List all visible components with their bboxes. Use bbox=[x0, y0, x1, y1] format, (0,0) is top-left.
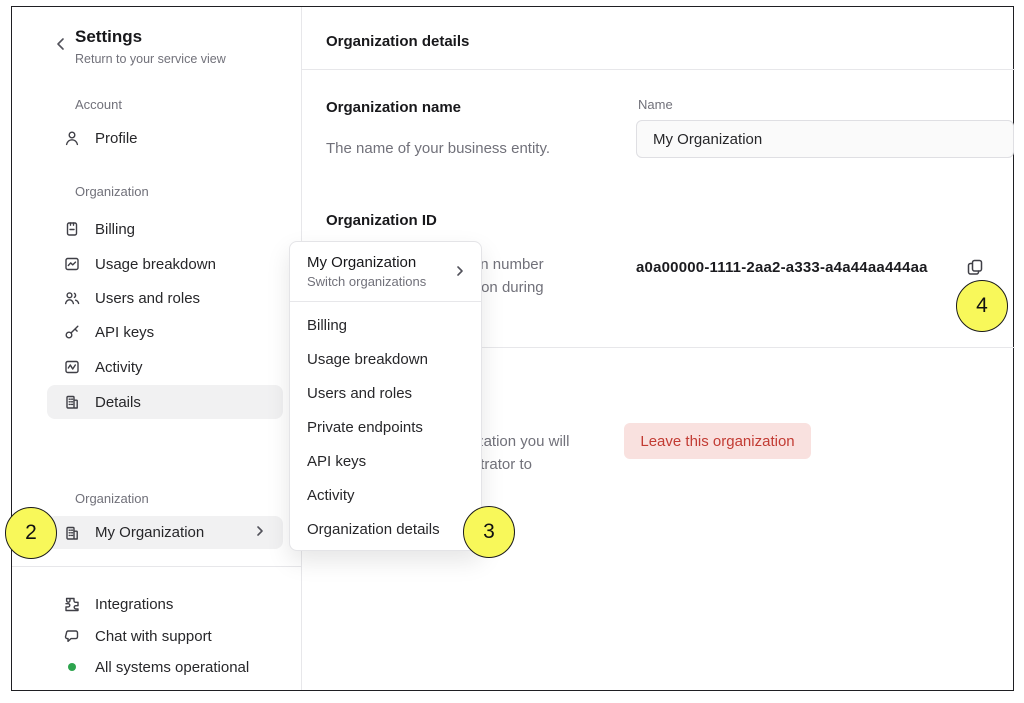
org-name-description: The name of your business entity. bbox=[326, 137, 550, 160]
person-icon bbox=[63, 129, 81, 147]
sidebar-item-usage-breakdown[interactable]: Usage breakdown bbox=[47, 247, 283, 281]
chevron-left-icon bbox=[54, 35, 68, 53]
page-title: Organization details bbox=[326, 33, 469, 50]
dropdown-item-usage-breakdown[interactable]: Usage breakdown bbox=[290, 342, 481, 376]
sidebar-org-switcher[interactable]: My Organization bbox=[47, 516, 283, 549]
sidebar-item-label: All systems operational bbox=[95, 659, 249, 676]
dropdown-item-activity[interactable]: Activity bbox=[290, 478, 481, 512]
sidebar-item-label: Integrations bbox=[95, 596, 173, 613]
users-icon bbox=[63, 289, 81, 307]
sidebar-item-label: Users and roles bbox=[95, 290, 200, 307]
organization-section-label: Organization bbox=[75, 184, 149, 199]
key-icon bbox=[63, 323, 81, 341]
building-icon bbox=[63, 524, 81, 542]
chat-icon bbox=[63, 627, 81, 645]
sidebar-item-system-status[interactable]: All systems operational bbox=[47, 650, 283, 684]
sidebar-item-activity[interactable]: Activity bbox=[47, 350, 283, 384]
sidebar-item-profile[interactable]: Profile bbox=[47, 121, 283, 155]
sidebar-item-label: Billing bbox=[95, 221, 135, 238]
chevron-right-icon bbox=[255, 524, 265, 541]
app-window: Settings Return to your service view Acc… bbox=[11, 6, 1014, 691]
sidebar-item-label: Usage breakdown bbox=[95, 256, 216, 273]
return-link[interactable]: Return to your service view bbox=[75, 52, 226, 66]
dropdown-item-users-and-roles[interactable]: Users and roles bbox=[290, 376, 481, 410]
annotation-circle-4: 4 bbox=[956, 280, 1008, 332]
header-divider bbox=[301, 69, 1015, 70]
sidebar-item-users-and-roles[interactable]: Users and roles bbox=[47, 281, 283, 315]
building-icon bbox=[63, 393, 81, 411]
sidebar-item-label: Activity bbox=[95, 359, 143, 376]
org-switcher-label: My Organization bbox=[95, 524, 204, 541]
sidebar-item-label: Chat with support bbox=[95, 628, 212, 645]
billing-icon bbox=[63, 220, 81, 238]
dropdown-org-name: My Organization bbox=[307, 254, 465, 271]
status-dot bbox=[63, 658, 81, 676]
org-switcher-dropdown: My Organization Switch organizations Bil… bbox=[289, 241, 482, 551]
sidebar-item-label: API keys bbox=[95, 324, 154, 341]
dropdown-item-private-endpoints[interactable]: Private endpoints bbox=[290, 410, 481, 444]
activity-icon bbox=[63, 358, 81, 376]
name-field-label: Name bbox=[638, 97, 673, 112]
account-section-label: Account bbox=[75, 97, 122, 112]
sidebar-item-api-keys[interactable]: API keys bbox=[47, 315, 283, 349]
chevron-right-icon bbox=[455, 264, 465, 282]
sidebar-item-integrations[interactable]: Integrations bbox=[47, 587, 283, 621]
org-id-heading: Organization ID bbox=[326, 212, 437, 229]
org-name-input[interactable] bbox=[636, 120, 1014, 158]
sidebar-item-billing[interactable]: Billing bbox=[47, 212, 283, 246]
sidebar-item-label: Details bbox=[95, 394, 141, 411]
dropdown-menu: Billing Usage breakdown Users and roles … bbox=[290, 302, 481, 554]
dropdown-item-organization-details[interactable]: Organization details bbox=[290, 512, 481, 546]
usage-icon bbox=[63, 255, 81, 273]
copy-button[interactable] bbox=[962, 254, 988, 280]
dropdown-item-api-keys[interactable]: API keys bbox=[290, 444, 481, 478]
org-name-heading: Organization name bbox=[326, 99, 461, 116]
dropdown-item-billing[interactable]: Billing bbox=[290, 308, 481, 342]
org-switcher-section-label: Organization bbox=[75, 491, 149, 506]
leave-organization-button[interactable]: Leave this organization bbox=[624, 423, 811, 459]
dropdown-header[interactable]: My Organization Switch organizations bbox=[290, 242, 481, 302]
back-button[interactable] bbox=[54, 35, 68, 53]
dropdown-subtitle: Switch organizations bbox=[307, 274, 465, 289]
annotation-circle-2: 2 bbox=[5, 507, 57, 559]
puzzle-icon bbox=[63, 595, 81, 613]
sidebar-item-chat-support[interactable]: Chat with support bbox=[47, 619, 283, 653]
sidebar-item-details[interactable]: Details bbox=[47, 385, 283, 419]
sidebar-item-label: Profile bbox=[95, 130, 138, 147]
org-id-value: a0a00000-1111-2aa2-a333-a4a44aa444aa bbox=[636, 259, 928, 276]
sidebar-footer-divider bbox=[12, 566, 301, 567]
copy-icon bbox=[965, 257, 985, 277]
settings-title: Settings bbox=[75, 27, 142, 47]
annotation-circle-3: 3 bbox=[463, 506, 515, 558]
